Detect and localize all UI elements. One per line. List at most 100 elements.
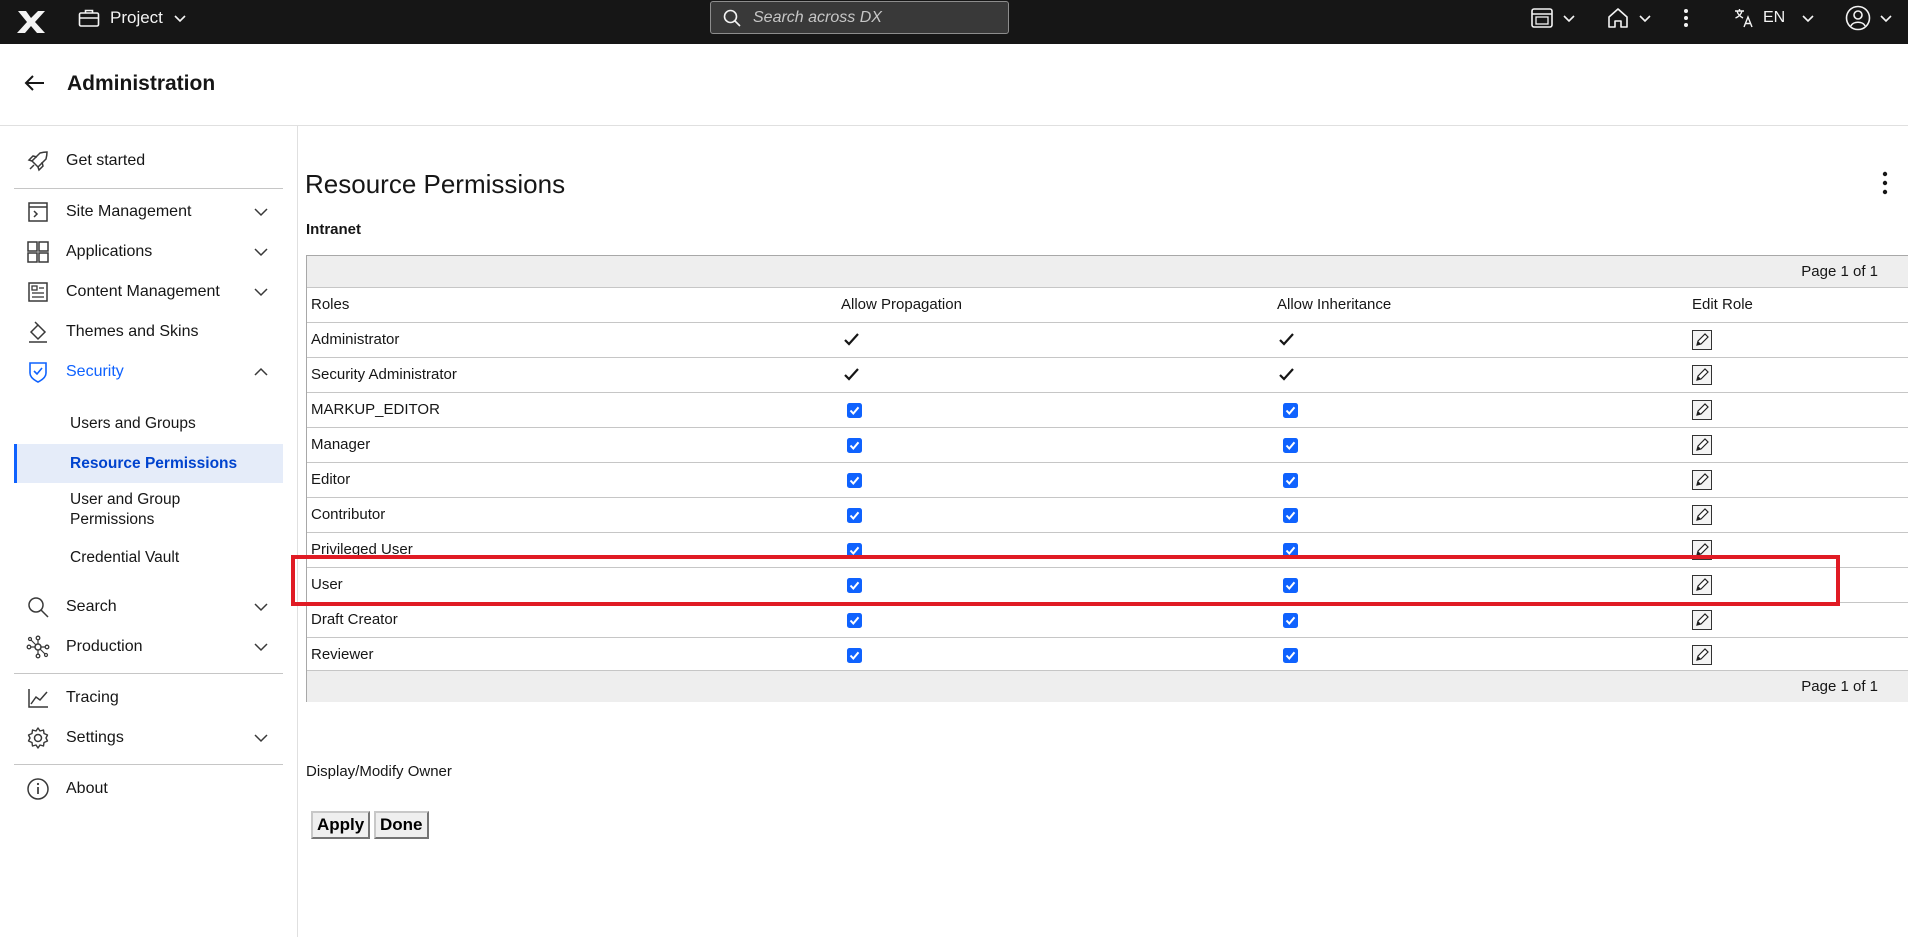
table-row: Administrator xyxy=(307,323,1908,358)
network-icon xyxy=(26,635,50,659)
overflow-menu-button[interactable] xyxy=(1682,0,1690,36)
overflow-menu-icon[interactable] xyxy=(1873,168,1897,198)
window-icon xyxy=(1531,8,1553,28)
language-selector[interactable]: EN xyxy=(1733,0,1815,36)
table-row: MARKUP_EDITOR xyxy=(307,393,1908,428)
allow-propagation-checkbox[interactable] xyxy=(847,403,862,418)
briefcase-icon xyxy=(78,9,100,27)
hcl-logo-icon[interactable] xyxy=(16,7,46,37)
nav-label: Applications xyxy=(66,243,153,260)
page-title: Resource Permissions xyxy=(305,169,566,199)
allow-propagation-checkbox[interactable] xyxy=(847,543,862,558)
edit-role-icon[interactable] xyxy=(1692,645,1712,665)
allow-propagation-checkbox[interactable] xyxy=(847,578,862,593)
checkmark-icon xyxy=(1279,333,1294,346)
permissions-table: Page 1 of 1 Roles Allow Propagation Allo… xyxy=(306,255,1908,702)
allow-propagation-checkbox[interactable] xyxy=(847,648,862,663)
allow-propagation-checkbox[interactable] xyxy=(847,508,862,523)
nav-label: Tracing xyxy=(66,689,119,706)
pager-text: Page 1 of 1 xyxy=(1801,678,1878,695)
edit-role-icon[interactable] xyxy=(1692,610,1712,630)
edit-role-icon[interactable] xyxy=(1692,505,1712,525)
nav-applications[interactable]: Applications xyxy=(14,234,284,270)
applications-menu-button[interactable] xyxy=(1530,0,1576,36)
info-icon xyxy=(27,778,49,800)
overflow-menu-icon xyxy=(1684,9,1688,27)
project-switcher[interactable]: Project xyxy=(78,0,187,36)
nav-content-management[interactable]: Content Management xyxy=(14,274,284,310)
back-arrow-icon[interactable] xyxy=(22,70,48,96)
chevron-down-icon xyxy=(254,643,268,652)
edit-role-icon[interactable] xyxy=(1692,365,1712,385)
search-icon xyxy=(28,597,49,618)
chevron-down-icon xyxy=(254,288,268,297)
nav-user-and-group-permissions[interactable]: User and Group Permissions xyxy=(14,490,283,534)
allow-inheritance-checkbox[interactable] xyxy=(1283,578,1298,593)
chevron-down-icon xyxy=(1802,15,1814,23)
nav-label: Site Management xyxy=(66,203,192,220)
project-label: Project xyxy=(110,8,163,27)
nav-security[interactable]: Security xyxy=(14,354,284,390)
nav-themes-and-skins[interactable]: Themes and Skins xyxy=(14,314,284,350)
apply-button[interactable]: Apply xyxy=(311,811,371,839)
divider xyxy=(14,673,283,674)
allow-inheritance-checkbox[interactable] xyxy=(1283,613,1298,628)
table-row: Contributor xyxy=(307,498,1908,533)
nav-label: Get started xyxy=(66,152,146,169)
done-button[interactable]: Done xyxy=(374,811,429,839)
edit-role-icon[interactable] xyxy=(1692,470,1712,490)
nav-search[interactable]: Search xyxy=(14,589,284,625)
nav-label: Settings xyxy=(66,729,124,746)
resource-name: Intranet xyxy=(306,221,362,238)
nav-users-and-groups[interactable]: Users and Groups xyxy=(14,412,283,436)
page-header: Administration xyxy=(0,44,1908,126)
pager-bottom: Page 1 of 1 xyxy=(307,670,1908,702)
allow-inheritance-checkbox[interactable] xyxy=(1283,508,1298,523)
home-menu-button[interactable] xyxy=(1606,0,1652,36)
chart-line-icon xyxy=(28,689,48,708)
chevron-down-icon xyxy=(174,15,186,23)
edit-role-icon[interactable] xyxy=(1692,435,1712,455)
edit-role-icon[interactable] xyxy=(1692,400,1712,420)
nav-label: Content Management xyxy=(66,283,220,300)
column-header: Roles xyxy=(311,296,350,313)
checkmark-icon xyxy=(844,333,859,346)
table-header-row: Roles Allow Propagation Allow Inheritanc… xyxy=(307,288,1908,323)
user-profile-button[interactable] xyxy=(1845,0,1893,36)
role-name: Security Administrator xyxy=(311,366,457,383)
role-name: MARKUP_EDITOR xyxy=(311,401,440,418)
nav-production[interactable]: Production xyxy=(14,629,284,665)
allow-propagation-checkbox[interactable] xyxy=(847,613,862,628)
search-input[interactable] xyxy=(751,7,995,28)
nav-settings[interactable]: Settings xyxy=(14,720,284,756)
table-row: User xyxy=(307,568,1908,603)
global-search[interactable] xyxy=(710,1,1009,34)
pager-top: Page 1 of 1 xyxy=(307,256,1908,288)
rocket-icon xyxy=(27,151,48,172)
allow-inheritance-checkbox[interactable] xyxy=(1283,473,1298,488)
allow-inheritance-checkbox[interactable] xyxy=(1283,543,1298,558)
display-modify-owner-link[interactable]: Display/Modify Owner xyxy=(306,763,452,780)
allow-propagation-checkbox[interactable] xyxy=(847,473,862,488)
role-name: Draft Creator xyxy=(311,611,398,628)
chevron-down-icon xyxy=(254,603,268,612)
allow-inheritance-checkbox[interactable] xyxy=(1283,403,1298,418)
nav-tracing[interactable]: Tracing xyxy=(14,680,284,716)
nav-get-started[interactable]: Get started xyxy=(14,143,284,179)
edit-role-icon[interactable] xyxy=(1692,540,1712,560)
column-header: Allow Inheritance xyxy=(1277,296,1392,313)
edit-role-icon[interactable] xyxy=(1692,575,1712,595)
nav-credential-vault[interactable]: Credential Vault xyxy=(14,546,283,570)
edit-role-icon[interactable] xyxy=(1692,330,1712,350)
checkmark-icon xyxy=(1279,368,1294,381)
allow-inheritance-checkbox[interactable] xyxy=(1283,438,1298,453)
allow-propagation-checkbox[interactable] xyxy=(847,438,862,453)
content-icon xyxy=(28,282,48,302)
allow-inheritance-checkbox[interactable] xyxy=(1283,648,1298,663)
table-row: Privileged User xyxy=(307,533,1908,568)
nav-resource-permissions[interactable]: Resource Permissions xyxy=(14,444,283,483)
role-name: Manager xyxy=(311,436,371,453)
search-icon xyxy=(723,9,741,27)
nav-about[interactable]: About xyxy=(14,771,284,807)
nav-site-management[interactable]: Site Management xyxy=(14,194,284,230)
